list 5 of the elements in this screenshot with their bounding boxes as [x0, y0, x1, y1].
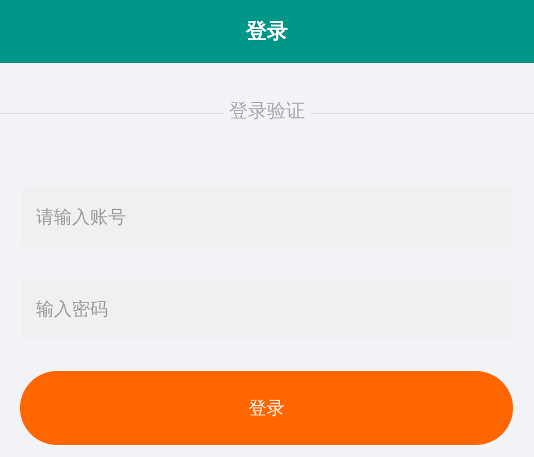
login-button[interactable]: 登录 [20, 371, 513, 445]
page-title: 登录 [246, 18, 288, 45]
section-title: 登录验证 [228, 99, 306, 124]
input-field[interactable]: 输入密码 [22, 279, 512, 339]
input-field[interactable]: 请输入账号 [22, 187, 512, 247]
